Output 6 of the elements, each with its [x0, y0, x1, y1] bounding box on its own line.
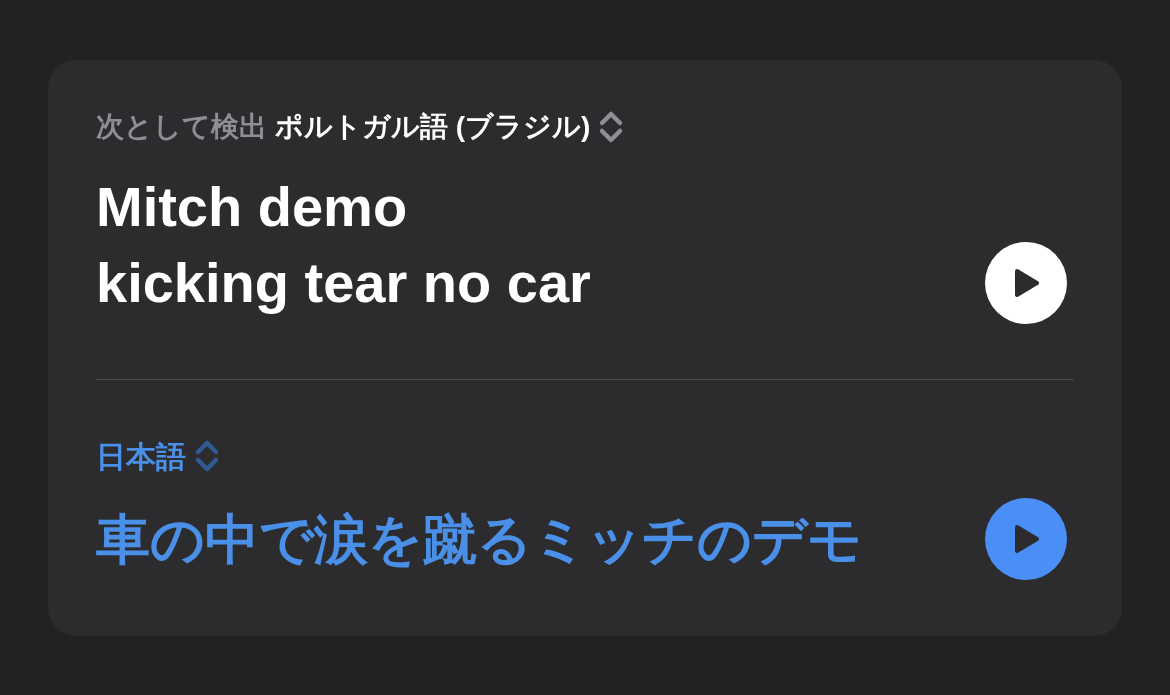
source-text: Mitch demo kicking tear no car [96, 174, 591, 316]
detected-as-label: 次として検出 [96, 110, 267, 144]
translated-text: 車の中で涙を蹴るミッチのデモ [96, 508, 862, 571]
up-down-chevron-icon[interactable] [598, 109, 625, 145]
source-language-selector[interactable]: ポルトガル語 (ブラジル) [275, 106, 591, 148]
target-language-selector[interactable]: 日本語 [96, 433, 186, 479]
